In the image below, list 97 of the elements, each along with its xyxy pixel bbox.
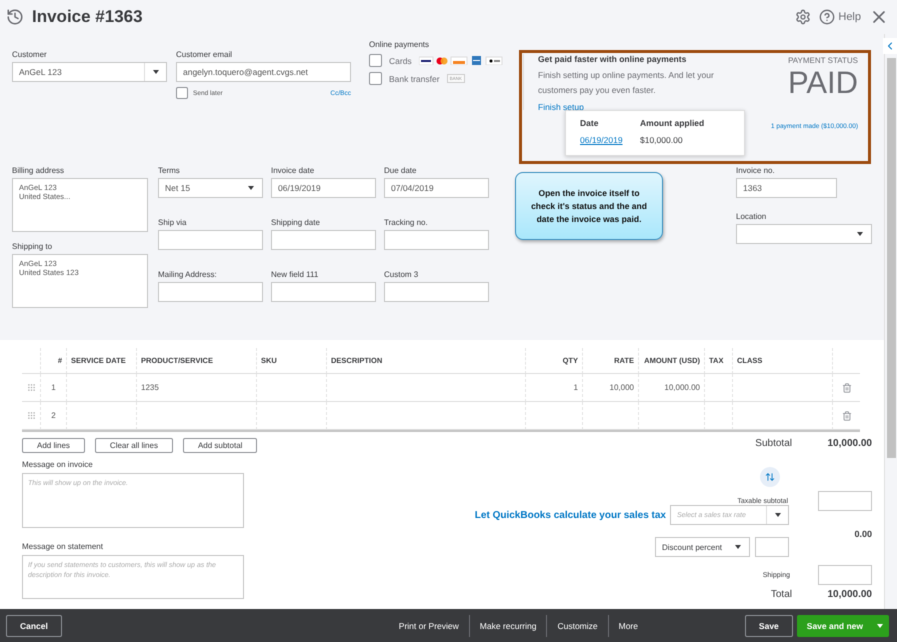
sort-icon[interactable] — [760, 467, 780, 487]
table-cell — [582, 402, 638, 430]
checkbox[interactable] — [176, 87, 188, 99]
field-label: Billing address — [12, 166, 66, 175]
popover-header: Amount applied — [640, 118, 706, 130]
caret-icon — [774, 513, 780, 517]
checkbox-label: Bank transfer — [389, 74, 440, 84]
collapse-tab[interactable] — [883, 38, 897, 54]
input-field[interactable] — [384, 282, 489, 302]
taxable-subtotal-field[interactable] — [818, 491, 872, 511]
footer-link[interactable]: More — [608, 614, 648, 636]
caret-icon — [735, 545, 741, 549]
field-label: Ship via — [158, 218, 188, 227]
input-field[interactable] — [271, 230, 376, 250]
footer-link[interactable]: Make recurring — [468, 614, 546, 636]
trash-icon[interactable] — [842, 382, 852, 392]
total-value: 10,000.00 — [826, 589, 872, 600]
promo-title: Get paid faster with online payments — [538, 54, 688, 64]
promo-text: Finish setting up online payments. And let your customers pay you even faster. — [538, 69, 715, 97]
status-label: PAYMENT STATUS — [788, 56, 858, 65]
invoice-title: Invoice #1363 — [32, 7, 144, 27]
caret-icon — [857, 232, 863, 236]
email-field[interactable]: angelyn.toquero@agent.cvgs.net — [176, 62, 351, 82]
field-label: Tracking no. — [384, 218, 429, 227]
trash-icon[interactable] — [842, 410, 852, 420]
history-icon[interactable] — [6, 8, 24, 26]
table-cell — [638, 402, 704, 430]
input-field[interactable] — [158, 230, 263, 250]
field-label: Message on invoice — [22, 460, 94, 469]
field-label: New field 111 — [271, 270, 320, 279]
scrollbar[interactable] — [884, 34, 897, 609]
field-label: Customer email — [176, 50, 234, 59]
table-cell: 10,000 — [582, 374, 638, 402]
field-label: Mailing Address: — [158, 270, 218, 279]
table-cell — [525, 402, 582, 430]
select-field[interactable]: Net 15 — [158, 178, 263, 198]
field-label: Invoice date — [271, 166, 316, 175]
table-cell: 2 — [40, 402, 66, 430]
input-field[interactable]: 07/04/2019 — [384, 178, 489, 198]
table-cell — [256, 402, 326, 430]
payment-date-link[interactable]: 06/19/2019 — [580, 135, 640, 148]
checkbox-label: Cards — [389, 56, 412, 66]
customer-select[interactable]: AnGeL 123 — [12, 62, 167, 82]
total-label: Total — [770, 589, 792, 600]
caret-icon — [248, 186, 254, 190]
field-label: Terms — [158, 166, 181, 175]
sales-tax-link[interactable]: Let QuickBooks calculate your sales tax — [474, 510, 666, 520]
table-cell — [66, 374, 136, 402]
line-button[interactable]: Clear all lines — [94, 438, 173, 453]
input-field[interactable]: 06/19/2019 — [271, 178, 376, 198]
table-cell: 10,000.00 — [638, 374, 704, 402]
location-select[interactable] — [736, 224, 872, 244]
discount-field[interactable] — [755, 537, 789, 557]
drag-handle-icon[interactable] — [26, 411, 36, 420]
input-field[interactable] — [158, 282, 263, 302]
payment-amount: $10,000.00 — [640, 135, 684, 147]
table-cell — [256, 374, 326, 402]
subtotal-value: 10,000.00 — [826, 438, 872, 449]
cancel-button[interactable]: Cancel — [6, 614, 62, 636]
table-cell — [704, 374, 732, 402]
help-link[interactable]: Help — [838, 11, 861, 23]
field-label: Message on statement — [22, 542, 104, 551]
field-label: Shipping to — [12, 242, 54, 251]
help-icon[interactable] — [819, 9, 836, 25]
shipping-field[interactable] — [818, 565, 872, 585]
field-label: Due date — [384, 166, 418, 175]
annotation-callout: Open the invoice itself to check it's status and the and date the invoice was paid. — [515, 172, 663, 240]
line-button[interactable]: Add subtotal — [182, 438, 258, 453]
discount-select[interactable]: Discount percent — [655, 537, 750, 557]
input-field[interactable] — [271, 282, 376, 302]
footer-link[interactable]: Print or Preview — [388, 614, 469, 636]
caret-icon — [152, 70, 158, 74]
checkbox[interactable] — [369, 54, 382, 67]
drag-handle-icon[interactable] — [26, 383, 36, 392]
save-button[interactable]: Save — [744, 614, 793, 636]
status-value: PAID — [788, 65, 858, 101]
invoice-number-field[interactable]: 1363 — [736, 178, 837, 198]
field-label: Location — [736, 212, 768, 221]
popover-header: Date — [580, 118, 600, 130]
table-cell — [704, 402, 732, 430]
tax-amount: 0.00 — [853, 529, 872, 539]
table-cell — [66, 402, 136, 430]
table-cell: 1 — [525, 374, 582, 402]
field-label: Shipping date — [271, 218, 321, 227]
finish-setup-link[interactable]: Finish setup — [538, 102, 718, 112]
input-field[interactable] — [384, 230, 489, 250]
settings-icon[interactable] — [795, 9, 812, 25]
footer-link[interactable]: Customize — [546, 614, 608, 636]
checkbox[interactable] — [369, 72, 382, 85]
field-label: Custom 3 — [384, 270, 420, 279]
section-label: Online payments — [369, 40, 430, 49]
line-button[interactable]: Add lines — [22, 438, 85, 453]
subtotal-label: Subtotal — [755, 438, 792, 449]
table-cell: 1235 — [136, 374, 256, 402]
table-cell: 1 — [40, 374, 66, 402]
field-label: Invoice no. — [736, 166, 776, 175]
field-label: Customer — [12, 50, 48, 59]
